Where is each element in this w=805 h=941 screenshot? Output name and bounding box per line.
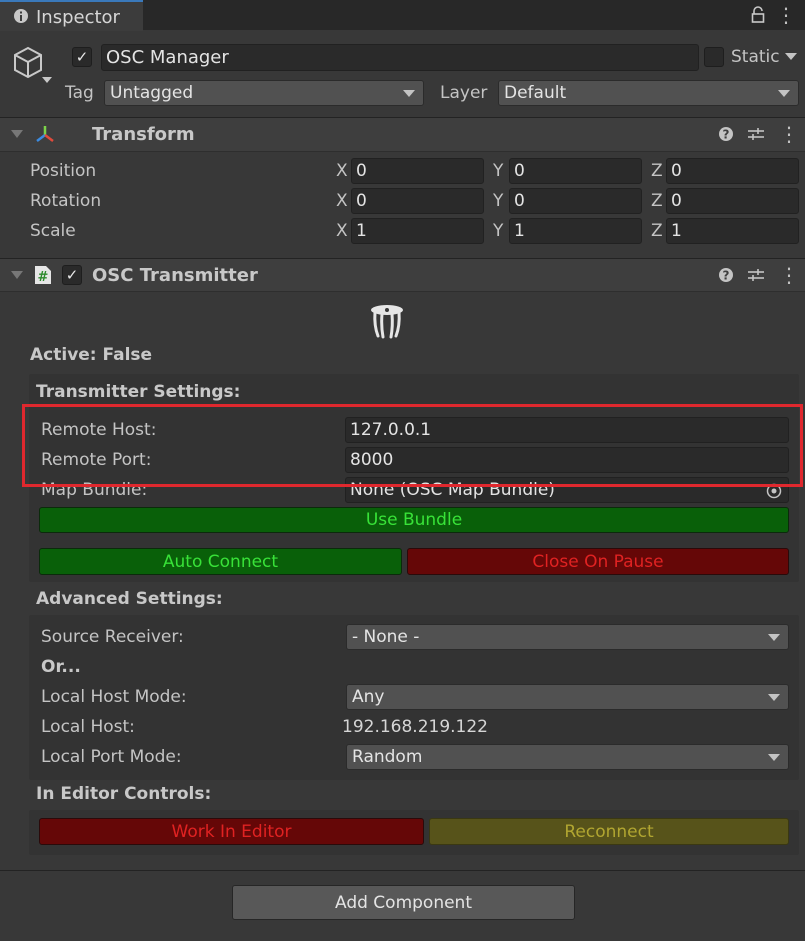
close-on-pause-button[interactable]: Close On Pause xyxy=(407,548,789,575)
osc-transmitter-title: OSC Transmitter xyxy=(92,265,258,286)
work-in-editor-button[interactable]: Work In Editor xyxy=(39,818,424,845)
preset-icon[interactable] xyxy=(747,126,765,142)
cube-icon[interactable] xyxy=(12,45,54,87)
local-port-mode-value: Random xyxy=(352,747,423,767)
source-receiver-label: Source Receiver: xyxy=(41,627,184,647)
local-port-mode-dropdown[interactable]: Random xyxy=(346,744,789,770)
chevron-down-icon xyxy=(768,754,780,761)
layer-label: Layer xyxy=(440,83,488,103)
scale-y-field[interactable]: 1 xyxy=(509,218,642,244)
or-label: Or... xyxy=(41,657,81,677)
foldout-arrow-icon[interactable] xyxy=(11,130,23,138)
osc-logo-icon xyxy=(371,305,403,339)
svg-text:?: ? xyxy=(723,128,730,142)
axis-z-label[interactable]: Z xyxy=(651,221,663,241)
source-receiver-value: - None - xyxy=(352,627,420,647)
axis-y-label[interactable]: Y xyxy=(493,161,503,181)
tag-value: Untagged xyxy=(110,83,194,103)
axis-x-label[interactable]: X xyxy=(336,221,348,241)
lock-icon[interactable] xyxy=(750,6,766,24)
add-component-button[interactable]: Add Component xyxy=(232,885,575,920)
axis-x-label[interactable]: X xyxy=(336,191,348,211)
svg-text:?: ? xyxy=(723,269,730,283)
source-receiver-dropdown[interactable]: - None - xyxy=(346,624,789,650)
scale-x-field[interactable]: 1 xyxy=(351,218,484,244)
kebab-icon[interactable]: ⋮ xyxy=(779,263,799,287)
advanced-settings-heading: Advanced Settings: xyxy=(36,589,223,609)
scale-z-field[interactable]: 1 xyxy=(666,218,799,244)
axis-z-label[interactable]: Z xyxy=(651,191,663,211)
position-y-field[interactable]: 0 xyxy=(509,158,642,184)
axis-z-label[interactable]: Z xyxy=(651,161,663,181)
chevron-down-icon xyxy=(403,90,415,97)
object-name-field[interactable]: OSC Manager xyxy=(101,44,699,71)
component-enabled-checkbox[interactable]: ✓ xyxy=(62,265,82,285)
footer-divider xyxy=(0,870,805,871)
axis-y-label[interactable]: Y xyxy=(493,191,503,211)
position-x-field[interactable]: 0 xyxy=(351,158,484,184)
local-host-label: Local Host: xyxy=(41,717,135,737)
menu-icon[interactable]: ⋮ xyxy=(776,3,796,27)
foldout-arrow-icon[interactable] xyxy=(11,271,23,279)
static-label[interactable]: Static xyxy=(731,47,780,67)
layer-dropdown[interactable]: Default xyxy=(498,80,799,106)
static-checkbox[interactable] xyxy=(704,47,724,67)
axis-x-label[interactable]: X xyxy=(336,161,348,181)
script-icon: # xyxy=(35,266,51,285)
editor-controls-heading: In Editor Controls: xyxy=(36,784,212,804)
local-host-mode-value: Any xyxy=(352,687,385,707)
highlight-box xyxy=(22,404,803,487)
auto-connect-button[interactable]: Auto Connect xyxy=(39,548,402,575)
rotation-x-field[interactable]: 0 xyxy=(351,188,484,214)
tag-dropdown[interactable]: Untagged xyxy=(104,80,424,106)
tag-label: Tag xyxy=(65,83,94,103)
chevron-down-icon xyxy=(768,694,780,701)
preset-icon[interactable] xyxy=(747,267,765,283)
tab-label: Inspector xyxy=(36,7,120,28)
active-status-text: Active: False xyxy=(30,345,153,365)
use-bundle-button[interactable]: Use Bundle xyxy=(39,507,789,533)
kebab-icon[interactable]: ⋮ xyxy=(779,122,799,146)
help-icon[interactable]: ? xyxy=(718,267,734,283)
chevron-down-icon xyxy=(778,90,790,97)
position-z-field[interactable]: 0 xyxy=(666,158,799,184)
local-port-mode-label: Local Port Mode: xyxy=(41,747,182,767)
help-icon[interactable]: ? xyxy=(718,126,734,142)
local-host-value: 192.168.219.122 xyxy=(342,717,489,737)
local-host-mode-dropdown[interactable]: Any xyxy=(346,684,789,710)
chevron-down-icon xyxy=(768,634,780,641)
layer-value: Default xyxy=(504,83,567,103)
rotation-z-field[interactable]: 0 xyxy=(666,188,799,214)
info-icon xyxy=(14,9,28,23)
position-label: Position xyxy=(30,161,97,181)
transform-axes-icon xyxy=(36,126,54,142)
transform-title: Transform xyxy=(92,124,195,145)
axis-y-label[interactable]: Y xyxy=(493,221,503,241)
rotation-y-field[interactable]: 0 xyxy=(509,188,642,214)
rotation-label: Rotation xyxy=(30,191,102,211)
reconnect-button[interactable]: Reconnect xyxy=(429,818,789,845)
svg-text:#: # xyxy=(38,270,49,285)
scale-label: Scale xyxy=(30,221,76,241)
local-host-mode-label: Local Host Mode: xyxy=(41,687,187,707)
static-dropdown-icon[interactable] xyxy=(785,53,797,60)
tab-inspector[interactable]: Inspector xyxy=(0,0,143,31)
active-checkbox[interactable]: ✓ xyxy=(72,47,92,67)
transmitter-settings-heading: Transmitter Settings: xyxy=(36,382,241,402)
